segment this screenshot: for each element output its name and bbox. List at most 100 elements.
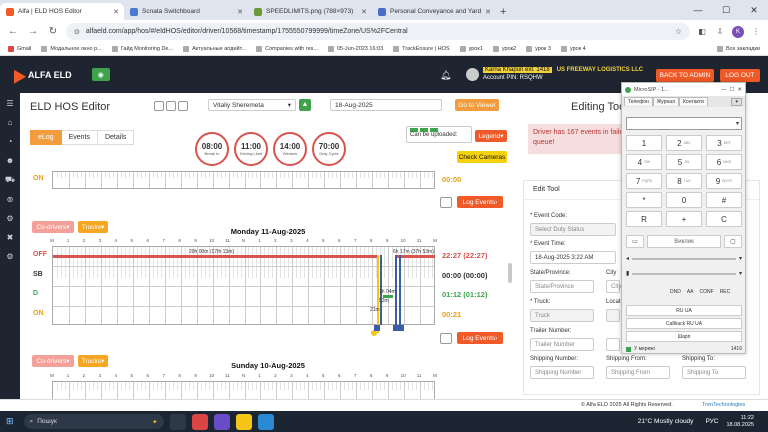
back-icon[interactable]: ← xyxy=(6,26,20,37)
close-icon[interactable]: ✕ xyxy=(485,8,491,16)
event-marker[interactable] xyxy=(399,255,401,325)
location-icon[interactable]: ⊚ xyxy=(7,195,14,204)
close-window-icon[interactable]: ✕ xyxy=(740,5,768,16)
rec-toggle[interactable]: REC xyxy=(720,289,731,295)
conf-toggle[interactable]: CONF xyxy=(700,289,714,295)
hamburger-menu-icon[interactable]: ☰ xyxy=(6,99,13,108)
clock[interactable]: 11:22 18.08.2025 xyxy=(726,415,754,429)
weather-widget[interactable]: 21°C Mostly cloudy xyxy=(638,418,694,425)
windows-start-icon[interactable]: ⊞ xyxy=(6,416,14,427)
keypad-key[interactable]: C xyxy=(706,211,742,227)
bookmark-item[interactable]: TrackEnsure | HOS xyxy=(393,46,450,52)
keypad-key[interactable]: 2 ABC xyxy=(666,135,702,151)
document-icon[interactable] xyxy=(166,101,176,111)
taskbar-search[interactable]: ⌕ Пошук ✦ xyxy=(23,414,164,429)
menu-dropdown-icon[interactable]: ▾ xyxy=(731,97,742,106)
calendar-icon[interactable] xyxy=(178,101,188,111)
shipping-from-input[interactable]: Shipping From xyxy=(606,366,670,379)
address-bar[interactable]: ⊙ alfaeld.com/app/hos/#/eldHOS/editor/dr… xyxy=(66,23,690,40)
language-indicator[interactable]: РУС xyxy=(705,418,718,425)
callback-button[interactable]: Callback RU UA xyxy=(626,318,742,329)
upload-status[interactable]: Can be uploaded: xyxy=(406,126,472,143)
log-events-button[interactable]: Log Events › xyxy=(457,332,503,344)
tab-journal[interactable]: Журнал xyxy=(652,97,679,106)
dashboard-icon[interactable]: ◔ xyxy=(8,137,13,146)
keypad-key[interactable]: 4 GHI xyxy=(626,154,662,170)
app-logo[interactable]: ALFA ELD xyxy=(7,65,72,84)
print-icon[interactable] xyxy=(154,101,164,111)
extra-input[interactable] xyxy=(606,338,620,351)
go-to-viewer-button[interactable]: Go to Viewer xyxy=(455,99,499,111)
close-icon[interactable]: ✕ xyxy=(113,8,119,16)
keypad-key[interactable]: 0 xyxy=(666,192,702,208)
event-code-select[interactable]: Select Duty Status xyxy=(530,223,616,236)
maximize-icon[interactable]: ☐ xyxy=(729,87,734,93)
location-input[interactable] xyxy=(606,309,620,322)
bookmark-item[interactable]: Модальное окно р... xyxy=(41,46,102,52)
bookmark-item[interactable]: урок2 xyxy=(492,46,516,52)
browser-tab-personal-conveyance[interactable]: Personal Conveyance and Yard ✕ xyxy=(372,3,496,20)
speaker-slider[interactable]: ◂ ▾ xyxy=(626,254,742,263)
ru-ua-button[interactable]: RU UA xyxy=(626,305,742,316)
explorer-icon[interactable] xyxy=(235,413,252,430)
extension-icon[interactable]: ◧ xyxy=(696,26,708,38)
menu-kebab-icon[interactable]: ⋮ xyxy=(750,26,762,38)
keypad-key[interactable]: 8 TUV xyxy=(666,173,702,189)
gears-icon[interactable]: ⚙ xyxy=(6,252,13,261)
user-avatar[interactable] xyxy=(466,68,479,81)
video-icon[interactable]: ▭ xyxy=(626,234,644,248)
top-grid[interactable] xyxy=(52,171,435,189)
tab-events[interactable]: Events xyxy=(61,130,98,145)
state-select[interactable]: State/Province xyxy=(530,280,594,293)
logout-button[interactable]: LOG OUT xyxy=(720,69,760,82)
event-handle[interactable] xyxy=(398,325,404,331)
app-icon[interactable] xyxy=(213,413,230,430)
new-tab-icon[interactable]: + xyxy=(500,6,506,18)
browser-tab-speedlimits[interactable]: SPEEDLIMITS.png (788×973) ✕ xyxy=(248,3,372,20)
maximize-icon[interactable]: ☐ xyxy=(712,5,740,16)
close-icon[interactable]: ✕ xyxy=(361,8,367,16)
minimize-icon[interactable]: — xyxy=(721,87,727,93)
mic-slider[interactable]: ▮ ▾ xyxy=(626,269,742,278)
settings-icon[interactable]: ⚙ xyxy=(6,214,13,223)
keypad-key[interactable]: 6 MNO xyxy=(706,154,742,170)
shipping-number-input[interactable]: Shipping Number xyxy=(530,366,594,379)
call-button[interactable]: Виклик xyxy=(647,234,721,248)
bookmark-item[interactable]: Гайд Monitoring De... xyxy=(111,46,173,52)
skype-icon[interactable] xyxy=(257,413,274,430)
tab-phone[interactable]: Телефон xyxy=(624,97,653,106)
close-icon[interactable]: ✕ xyxy=(737,87,742,93)
browser-tab-hos-editor[interactable]: Alfa | ELD HOS Editor ✕ xyxy=(0,3,124,20)
truck-icon[interactable]: ⛟ xyxy=(5,175,15,185)
bookmark-item[interactable]: Актуальные апдейт... xyxy=(183,46,246,52)
message-icon[interactable]: ▢ xyxy=(724,234,742,248)
sharp-button[interactable]: Шарп xyxy=(626,331,742,342)
keypad-key[interactable]: 3 DEF xyxy=(706,135,742,151)
legend-button[interactable]: Legend ▾ xyxy=(475,130,507,142)
bookmark-item[interactable]: 05-Jun-2023 16:03 xyxy=(327,46,383,52)
bookmark-item[interactable]: урок1 xyxy=(459,46,483,52)
driver-profile-icon[interactable]: ▲ xyxy=(299,99,311,111)
tools-icon[interactable]: ✖ xyxy=(7,233,14,242)
driver-select[interactable]: Vitaliy Sheremeta ▾ xyxy=(208,99,296,111)
keypad-key[interactable]: + xyxy=(666,211,702,227)
camera-button[interactable]: ◉ xyxy=(91,68,110,81)
city-input[interactable]: City xyxy=(606,280,621,293)
hos-graph[interactable]: 20h 00m (17th 13m) 6h 17m (37h 53m) 1h 0… xyxy=(52,246,435,333)
close-icon[interactable]: ✕ xyxy=(237,8,243,16)
forward-icon[interactable]: → xyxy=(26,26,40,37)
log-events-button[interactable]: Log Events › xyxy=(457,196,503,208)
dnd-toggle[interactable]: DND xyxy=(670,289,681,295)
keypad-key[interactable]: 5 JKL xyxy=(666,154,702,170)
bell-icon[interactable]: 🔔︎ xyxy=(440,70,451,81)
trailer-input[interactable]: Trailer Number xyxy=(530,338,594,351)
downloads-icon[interactable]: ⇩ xyxy=(714,26,726,38)
all-bookmarks[interactable]: Все закладки xyxy=(716,46,760,52)
bookmark-item[interactable]: Companies with res... xyxy=(256,46,318,52)
dial-input[interactable]: ▾ xyxy=(626,117,742,130)
date-input[interactable]: 18-Aug-2025 xyxy=(330,99,442,111)
keypad-key[interactable]: 7 PQRS xyxy=(626,173,662,189)
hos-graph-day2[interactable] xyxy=(52,381,435,399)
checkbox[interactable] xyxy=(440,197,452,208)
keypad-key[interactable]: R xyxy=(626,211,662,227)
